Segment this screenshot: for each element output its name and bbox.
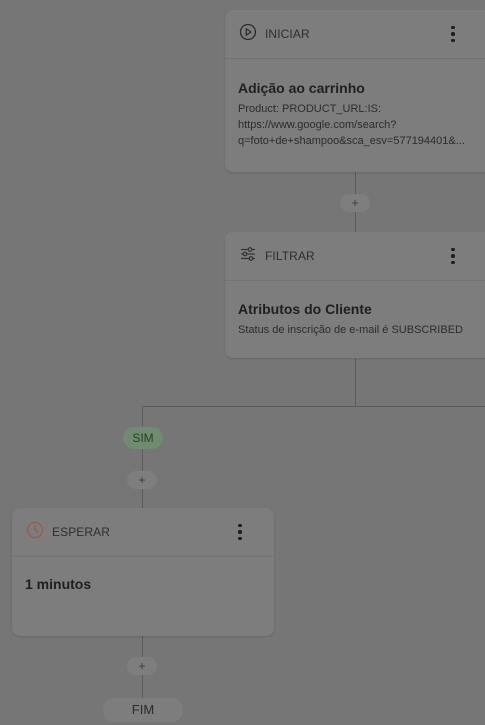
start-node-type-label: INICIAR [265,27,310,41]
flow-canvas: INICIAR Adição ao carrinho Product: PROD… [0,0,485,725]
filter-node-type-label: FILTRAR [265,249,315,263]
sliders-icon [239,245,257,268]
clock-icon [26,521,44,544]
filter-node-divider [225,280,485,281]
start-node-header: INICIAR [225,10,485,58]
filter-node-description: Status de inscrição de e-mail é SUBSCRIB… [238,324,463,336]
wait-node-header: ESPERAR [12,508,274,556]
filter-node-title: Atributos do Cliente [238,301,372,317]
start-node-card[interactable]: INICIAR Adição ao carrinho Product: PROD… [225,10,485,172]
connector-filter-split [355,358,356,406]
add-step-button[interactable]: + [340,194,370,212]
filter-node-header: FILTRAR [225,232,485,280]
more-vertical-icon[interactable] [232,521,248,543]
wait-node-title: 1 minutos [25,576,92,592]
start-node-title: Adição ao carrinho [238,80,365,96]
start-node-divider [225,58,485,59]
more-vertical-icon[interactable] [445,23,461,45]
wait-node-divider [12,556,274,557]
start-node-desc-line-3: q=foto+de+shampoo&sca_esv=577194401&... [238,135,465,147]
start-node-desc-line-1: Product: PRODUCT_URL:IS: [238,103,382,115]
play-circle-icon [239,23,257,46]
connector-split-horizontal [142,406,485,407]
start-node-description: Product: PRODUCT_URL:IS: https://www.goo… [238,101,477,149]
add-step-button[interactable]: + [127,657,157,675]
wait-node-card[interactable]: ESPERAR 1 minutos [12,508,274,636]
end-node[interactable]: FIM [103,698,183,722]
wait-node-type-label: ESPERAR [52,525,111,539]
connector-split-yes [142,406,143,510]
start-node-desc-line-2: https://www.google.com/search? [238,119,397,131]
add-step-button[interactable]: + [127,471,157,489]
branch-yes-label: SIM [123,427,163,449]
more-vertical-icon[interactable] [445,245,461,267]
filter-node-card[interactable]: FILTRAR Atributos do Cliente Status de i… [225,232,485,358]
